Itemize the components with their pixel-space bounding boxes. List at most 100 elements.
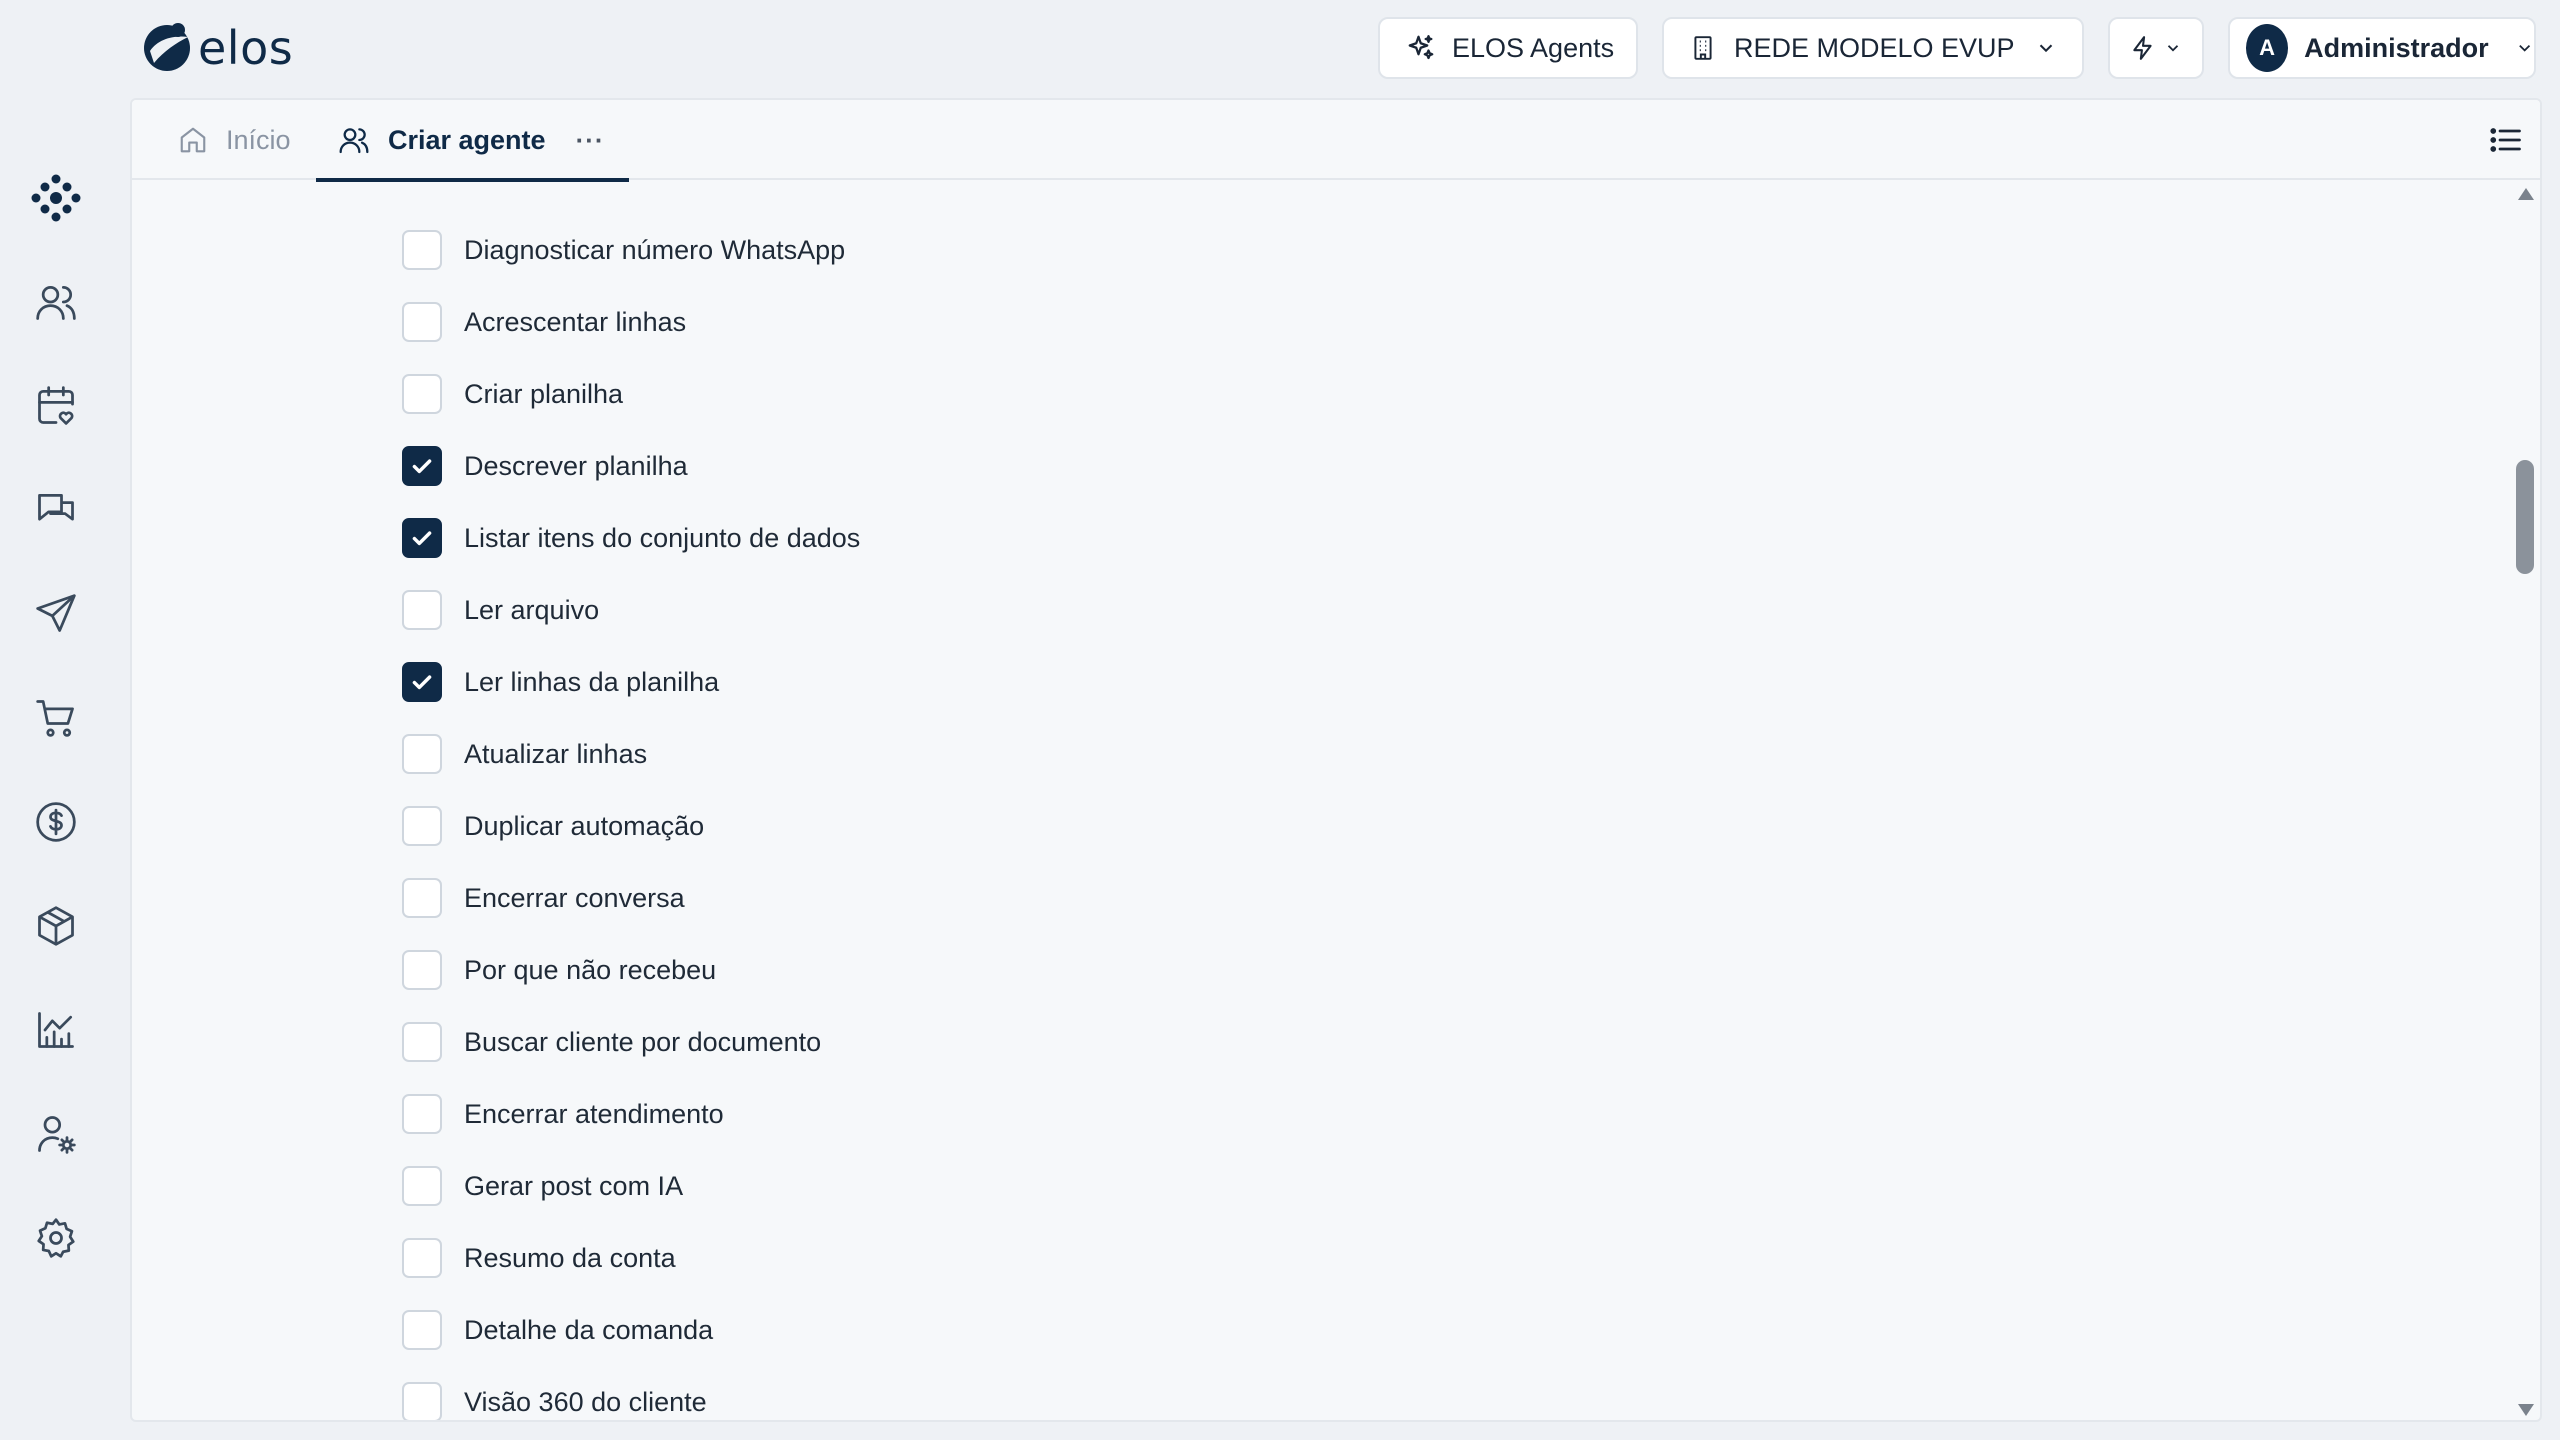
check-icon [412, 459, 432, 474]
tool-option-label: Criar planilha [464, 378, 624, 409]
send-icon [36, 594, 76, 632]
tool-option-row[interactable]: Duplicar automação [402, 804, 704, 848]
user-settings-icon [38, 1116, 76, 1154]
tool-option-row[interactable]: Por que não recebeu [402, 948, 716, 992]
tool-checkbox[interactable] [402, 1310, 442, 1350]
scroll-down-arrow[interactable] [2518, 1404, 2534, 1416]
elos-logo-mark-icon [144, 23, 190, 71]
tool-option-label: Descrever planilha [464, 450, 688, 481]
tool-option-label: Ler arquivo [464, 594, 600, 625]
chevron-down-icon [2167, 45, 2179, 52]
tool-option-label: Resumo da conta [464, 1242, 676, 1273]
tool-option-row[interactable]: Buscar cliente por documento [402, 1020, 821, 1064]
scroll-thumb[interactable] [2516, 460, 2534, 574]
tool-option-label: Diagnosticar número WhatsApp [464, 234, 846, 265]
users-icon [36, 285, 76, 320]
tool-checkbox[interactable] [402, 950, 442, 990]
tool-checkbox[interactable] [402, 734, 442, 774]
sidebar-item-clients[interactable] [28, 274, 84, 330]
users-icon [339, 128, 369, 154]
tool-checkbox[interactable] [402, 1022, 442, 1062]
elos-logo[interactable]: elos [140, 20, 293, 76]
tool-option-row[interactable]: Ler arquivo [402, 588, 599, 632]
tool-option-label: Listar itens do conjunto de dados [464, 522, 861, 553]
dollar-icon [36, 802, 76, 842]
network-label: REDE MODELO EVUP [1734, 32, 2015, 63]
tool-option-row[interactable]: Descrever planilha [402, 444, 688, 488]
logo-text: elos [198, 21, 294, 75]
tool-checkbox[interactable] [402, 1166, 442, 1206]
tool-checkbox[interactable] [402, 1382, 442, 1420]
main-panel: Início Criar agente ··· Diagnosticar núm… [130, 98, 2542, 1422]
tool-option-label: Visão 360 do cliente [464, 1386, 707, 1417]
check-icon [412, 531, 432, 546]
tool-checkbox[interactable] [402, 302, 442, 342]
tool-checkbox[interactable] [402, 806, 442, 846]
tab-home[interactable]: Início [178, 100, 291, 180]
tab-more-button[interactable]: ··· [576, 125, 605, 156]
scroll-up-arrow[interactable] [2518, 188, 2534, 200]
tool-option-row[interactable]: Visão 360 do cliente [402, 1380, 707, 1420]
tool-checkbox[interactable] [402, 374, 442, 414]
quick-actions-button[interactable] [2108, 17, 2204, 79]
sidebar-item-user-admin[interactable] [28, 1106, 84, 1162]
tool-option-label: Ler linhas da planilha [464, 666, 720, 697]
sparkles-icon [1408, 35, 1434, 60]
tool-checkbox[interactable] [402, 662, 442, 702]
tool-option-label: Detalhe da comanda [464, 1314, 714, 1345]
tool-checkbox[interactable] [402, 878, 442, 918]
tool-option-row[interactable]: Detalhe da comanda [402, 1308, 713, 1352]
sidebar-item-campaigns[interactable] [28, 586, 84, 642]
cart-icon [36, 700, 74, 737]
tool-option-row[interactable]: Atualizar linhas [402, 732, 647, 776]
bolt-icon [2133, 36, 2152, 60]
sidebar-item-sales[interactable] [28, 690, 84, 746]
sidebar-item-settings[interactable] [28, 1210, 84, 1266]
tool-checkbox[interactable] [402, 518, 442, 558]
user-name: Administrador [2304, 32, 2489, 63]
tool-checkbox[interactable] [402, 590, 442, 630]
settings-icon [37, 1218, 75, 1258]
tab-create-agent-label: Criar agente [388, 124, 546, 155]
tool-option-label: Encerrar conversa [464, 882, 685, 913]
tools-checklist: Diagnosticar número WhatsApp Acrescentar … [132, 182, 2508, 1420]
tool-option-row[interactable]: Encerrar conversa [402, 876, 685, 920]
tool-option-label: Buscar cliente por documento [464, 1026, 822, 1057]
elos-agents-button[interactable]: ELOS Agents [1378, 17, 1638, 79]
tool-option-row[interactable]: Ler linhas da planilha [402, 660, 719, 704]
tool-option-label: Duplicar automação [464, 810, 705, 841]
top-bar: elos ELOS Agents REDE MODELO EVUP A Admi… [0, 0, 2560, 98]
tool-option-row[interactable]: Resumo da conta [402, 1236, 676, 1280]
tool-checkbox[interactable] [402, 1094, 442, 1134]
sidebar-item-products[interactable] [28, 898, 84, 954]
tool-option-row[interactable]: Gerar post com IA [402, 1164, 683, 1208]
sidebar-item-reports[interactable] [28, 1002, 84, 1058]
tool-option-row[interactable]: Diagnosticar número WhatsApp [402, 228, 845, 272]
chart-icon [38, 1012, 74, 1048]
list-menu-icon[interactable] [2486, 122, 2526, 158]
sidebar-item-schedule[interactable] [28, 378, 84, 434]
tool-checkbox[interactable] [402, 446, 442, 486]
vertical-scrollbar[interactable] [2510, 182, 2540, 1420]
sidebar-item-messages[interactable] [28, 482, 84, 538]
tool-option-label: Atualizar linhas [464, 738, 648, 769]
tool-checkbox[interactable] [402, 230, 442, 270]
tab-create-agent[interactable]: Criar agente ··· [316, 100, 629, 182]
avatar: A [2246, 24, 2289, 72]
elos-agents-label: ELOS Agents [1452, 32, 1615, 63]
tool-option-row[interactable]: Listar itens do conjunto de dados [402, 516, 860, 560]
tool-option-row[interactable]: Encerrar atendimento [402, 1092, 724, 1136]
chevron-down-icon [2518, 44, 2530, 52]
calendar-heart-icon [38, 386, 74, 425]
sidebar-item-finance[interactable] [28, 794, 84, 850]
tool-option-label: Gerar post com IA [464, 1170, 684, 1201]
user-menu-button[interactable]: A Administrador [2228, 17, 2536, 79]
sidebar-item-apps[interactable] [28, 170, 84, 226]
tab-home-label: Início [226, 124, 291, 155]
tool-checkbox[interactable] [402, 1238, 442, 1278]
tool-option-label: Por que não recebeu [464, 954, 717, 985]
network-selector[interactable]: REDE MODELO EVUP [1662, 17, 2084, 79]
tool-option-row[interactable]: Criar planilha [402, 372, 623, 416]
chat-icon [38, 493, 74, 521]
tool-option-row[interactable]: Acrescentar linhas [402, 300, 686, 344]
